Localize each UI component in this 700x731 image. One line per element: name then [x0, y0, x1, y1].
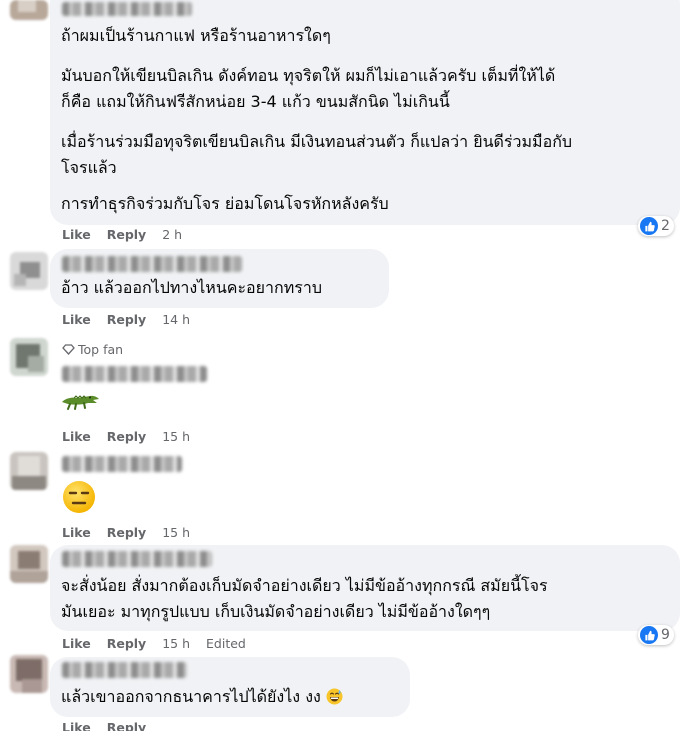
comment-text-line: การทำธุรกิจร่วมกับโจร ย่อมโดนโจรหักหลังค… — [61, 194, 389, 213]
comment-actions: Like Reply 15 h — [62, 525, 206, 540]
top-fan-badge: Top fan — [62, 342, 123, 357]
like-reaction-icon — [640, 217, 658, 235]
diamond-icon — [62, 344, 75, 355]
comment-actions: Like Reply 15 h Edited — [62, 636, 262, 651]
comment-text-line: เมื่อร้านร่วมมือทุจริตเขียนบิลเกิน มีเงิ… — [61, 132, 573, 151]
grinning-sweat-emoji — [326, 688, 343, 705]
reply-button[interactable]: Reply — [107, 227, 146, 242]
commenter-name[interactable] — [62, 551, 212, 567]
avatar[interactable] — [10, 545, 48, 583]
avatar[interactable] — [10, 452, 48, 490]
avatar[interactable] — [10, 252, 48, 290]
timestamp[interactable]: 14 h — [162, 312, 190, 327]
like-button[interactable]: Like — [62, 227, 91, 242]
comment-actions: Like Reply 14 h — [62, 312, 206, 327]
commenter-name[interactable] — [62, 256, 242, 272]
commenter-name[interactable] — [62, 366, 207, 382]
reaction-count: 9 — [661, 627, 670, 643]
comment-text-line: โจรแล้ว — [61, 158, 117, 177]
reply-button[interactable]: Reply — [107, 312, 146, 327]
comment-text-line: ถ้าผมเป็นร้านกาแฟ หรือร้านอาหารใดๆ — [61, 26, 331, 45]
like-button[interactable]: Like — [62, 312, 91, 327]
reply-button[interactable]: Reply — [107, 525, 146, 540]
comment-text-line: มันบอกให้เขียนบิลเกิน ดังค์ทอน ทุจริตให้… — [61, 66, 556, 85]
reaction-badge[interactable]: 2 — [638, 216, 674, 236]
avatar[interactable] — [10, 338, 48, 376]
comment-actions: Like Reply — [62, 720, 162, 731]
timestamp[interactable]: 15 h — [162, 636, 190, 651]
like-button[interactable]: Like — [62, 525, 91, 540]
timestamp[interactable]: 2 h — [162, 227, 182, 242]
timestamp[interactable]: 15 h — [162, 429, 190, 444]
timestamp[interactable]: 15 h — [162, 525, 190, 540]
comment-text-line: มันเยอะ มาทุกรูปแบบ เก็บเงินมัดจำอย่างเด… — [61, 602, 491, 621]
comment-text-line: ก็คือ แถมให้กินฟรีสักหน่อย 3-4 แก้ว ขนมส… — [61, 92, 450, 111]
reply-button[interactable]: Reply — [107, 429, 146, 444]
like-button[interactable]: Like — [62, 636, 91, 651]
avatar[interactable] — [10, 655, 48, 693]
reply-button[interactable]: Reply — [107, 720, 146, 731]
edited-label: Edited — [206, 636, 246, 651]
like-button[interactable]: Like — [62, 429, 91, 444]
comment-text-line: จะสั่งน้อย สั่งมากต้องเก็บมัดจำอย่างเดีย… — [61, 576, 548, 595]
reaction-count: 2 — [661, 218, 670, 234]
comment-actions: Like Reply 15 h — [62, 429, 206, 444]
avatar[interactable] — [10, 0, 48, 20]
like-reaction-icon — [640, 626, 658, 644]
crocodile-emoji — [60, 390, 100, 416]
like-button[interactable]: Like — [62, 720, 91, 731]
commenter-name[interactable] — [62, 662, 187, 678]
commenter-name[interactable] — [62, 456, 182, 472]
reply-button[interactable]: Reply — [107, 636, 146, 651]
comment-text-line: อ้าว แล้วออกไปทางไหนคะอยากทราบ — [61, 278, 322, 297]
comment-feed: ถ้าผมเป็นร้านกาแฟ หรือร้านอาหารใดๆ มันบอ… — [0, 0, 700, 731]
reaction-badge[interactable]: 9 — [638, 625, 674, 645]
commenter-name[interactable] — [62, 2, 192, 16]
comment-text-line: แล้วเขาออกจากธนาคารไปได้ยังไง งง — [61, 685, 343, 709]
comment-actions: Like Reply 2 h — [62, 227, 198, 242]
expressionless-face-emoji — [62, 480, 96, 518]
